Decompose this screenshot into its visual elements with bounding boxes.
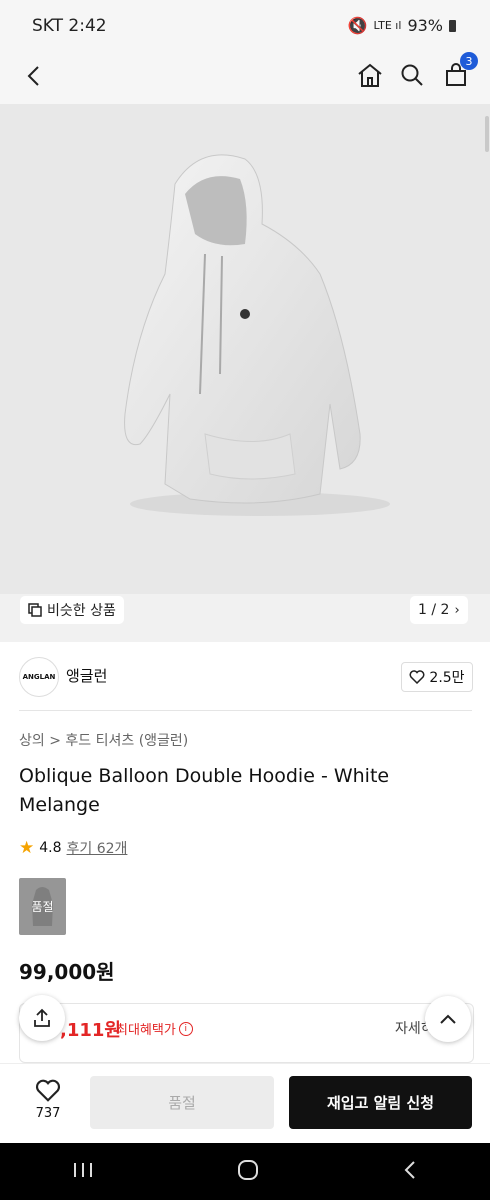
- benefit-label-text: 최대혜택가: [116, 1023, 176, 1038]
- status-icons: 🔇 LTE ıl 93%: [348, 16, 456, 35]
- chevron-up-icon: [440, 1014, 456, 1024]
- back-nav-button[interactable]: [402, 1160, 418, 1184]
- star-icon: ★: [19, 838, 35, 858]
- share-icon: [34, 1008, 50, 1027]
- restock-alert-button[interactable]: 재입고 알림 신청: [289, 1076, 472, 1129]
- recent-apps-button[interactable]: [72, 1161, 94, 1183]
- benefit-label: 최대혜택가 i: [116, 1019, 193, 1038]
- image-pager-label: 1 / 2: [418, 602, 450, 618]
- similar-products-button[interactable]: 비슷한 상품: [20, 596, 124, 624]
- heart-icon: [409, 670, 425, 684]
- home-button[interactable]: [356, 60, 384, 90]
- brand-name[interactable]: 앵글런: [66, 665, 107, 686]
- product-price: 99,000원: [19, 960, 115, 984]
- benefit-price: ,111원: [60, 1020, 121, 1041]
- product-title: Oblique Balloon Double Hoodie - White Me…: [19, 765, 390, 816]
- brand-like-count: 2.5만: [429, 670, 465, 686]
- search-button[interactable]: [398, 60, 426, 90]
- signal-icon: LTE ıl: [373, 19, 402, 32]
- chevron-right-icon: ›: [454, 602, 460, 618]
- page-scrollbar[interactable]: [485, 116, 489, 152]
- battery-level: 93%: [407, 16, 443, 35]
- chevron-left-icon: [27, 66, 39, 86]
- brand-logo[interactable]: ANGLAN: [19, 657, 59, 697]
- back-button[interactable]: [20, 62, 48, 90]
- status-time: SKT 2:42: [32, 16, 107, 36]
- heart-outline-icon: [35, 1079, 61, 1102]
- option-thumbnail[interactable]: 품절: [19, 878, 66, 935]
- review-link[interactable]: 후기 62개: [67, 838, 128, 858]
- back-arrow-icon: [404, 1160, 416, 1179]
- home-icon: [358, 63, 382, 87]
- cart-count-badge: 3: [460, 52, 478, 70]
- like-button[interactable]: [30, 1077, 66, 1103]
- share-button[interactable]: [19, 995, 65, 1041]
- battery-icon: [449, 19, 456, 32]
- recent-apps-icon: [73, 1162, 92, 1177]
- home-circle-icon: [237, 1159, 258, 1180]
- rating-row: ★ 4.8 후기 62개: [19, 838, 127, 858]
- cart-button[interactable]: 3: [442, 52, 478, 90]
- scroll-top-button[interactable]: [425, 996, 471, 1042]
- image-pager[interactable]: 1 / 2 ›: [410, 596, 468, 624]
- hoodie-illustration: [124, 154, 390, 516]
- similar-products-label: 비슷한 상품: [47, 603, 116, 619]
- search-icon: [401, 64, 423, 86]
- rating-value: 4.8: [39, 840, 62, 856]
- soldout-button[interactable]: 품절: [90, 1076, 274, 1129]
- similar-icon: [28, 603, 42, 617]
- info-icon[interactable]: i: [178, 1021, 193, 1036]
- system-nav-bar: [0, 1143, 490, 1200]
- breadcrumb[interactable]: 상의 > 후드 티셔츠 (앵글런): [19, 730, 188, 750]
- home-nav-button[interactable]: [237, 1159, 259, 1185]
- like-count: 737: [35, 1106, 61, 1121]
- product-image[interactable]: [0, 104, 490, 594]
- mute-icon: 🔇: [347, 16, 368, 35]
- brand-like-button[interactable]: 2.5만: [401, 662, 473, 692]
- divider: [19, 710, 472, 711]
- soldout-overlay: 품절: [19, 878, 66, 935]
